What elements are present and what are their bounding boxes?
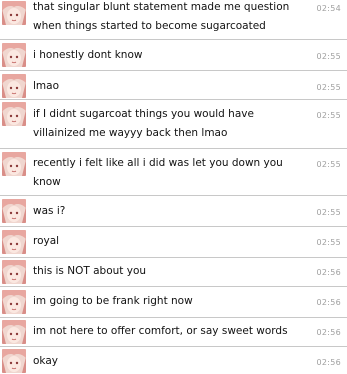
message-row: i honestly dont know 02:55 [0, 40, 347, 70]
message-timestamp: 02:56 [316, 328, 341, 337]
message-row: im not here to offer comfort, or say swe… [0, 318, 347, 346]
message-row: this is NOT about you 02:56 [0, 258, 347, 286]
message-timestamp: 02:55 [316, 160, 341, 169]
user-avatar-icon [2, 260, 26, 284]
message-row: was i? 02:55 [0, 196, 347, 226]
message-text: im going to be frank right now [33, 295, 193, 307]
message-timestamp: 02:55 [316, 83, 341, 92]
message-timestamp: 02:54 [316, 4, 341, 13]
message-row: okay 02:56 [0, 347, 347, 374]
user-avatar-icon [2, 199, 26, 223]
message-timestamp: 02:55 [316, 52, 341, 61]
user-avatar-icon [2, 102, 26, 126]
message-row: recently i felt like all i did was let y… [0, 149, 347, 195]
message-text: lmao [33, 80, 60, 92]
message-row: if I didnt sugarcoat things you would ha… [0, 100, 347, 148]
user-avatar-icon [2, 74, 26, 98]
user-avatar-icon [2, 290, 26, 314]
message-timestamp: 02:56 [316, 268, 341, 277]
user-avatar-icon [2, 230, 26, 254]
message-timestamp: 02:55 [316, 238, 341, 247]
message-row: im going to be frank right now 02:56 [0, 287, 347, 317]
message-text: im not here to offer comfort, or say swe… [33, 325, 288, 337]
message-text: recently i felt like all i did was let y… [33, 157, 283, 188]
message-timestamp: 02:55 [316, 111, 341, 120]
message-text: that singular blunt statement made me qu… [33, 1, 290, 32]
message-row: royal 02:55 [0, 227, 347, 257]
user-avatar-icon [2, 152, 26, 176]
message-row: lmao 02:55 [0, 71, 347, 99]
message-text: i honestly dont know [33, 49, 143, 61]
user-avatar-icon [2, 320, 26, 344]
user-avatar-icon [2, 349, 26, 373]
user-avatar-icon [2, 1, 26, 25]
message-text: this is NOT about you [33, 265, 147, 277]
user-avatar-icon [2, 43, 26, 67]
message-text: was i? [33, 205, 66, 217]
message-text: royal [33, 235, 60, 247]
chat-log: that singular blunt statement made me qu… [0, 0, 347, 374]
message-text: if I didnt sugarcoat things you would ha… [33, 108, 254, 139]
message-timestamp: 02:56 [316, 358, 341, 367]
message-timestamp: 02:56 [316, 298, 341, 307]
message-row: that singular blunt statement made me qu… [0, 0, 347, 40]
message-text: okay [33, 355, 58, 367]
message-timestamp: 02:55 [316, 208, 341, 217]
